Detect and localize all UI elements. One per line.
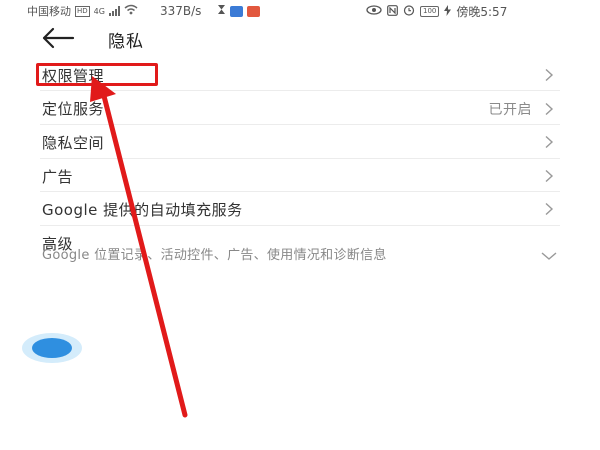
list-item-label: 广告 [42,168,74,186]
hourglass-icon [217,4,226,18]
google-autofill-item[interactable]: Google 提供的自动填充服务 [40,192,560,226]
advanced-summary: Google 位置记录、活动控件、广告、使用情况和诊断信息 [42,248,387,263]
list-item-label: 定位服务 [42,100,105,118]
floating-ball-core [32,338,72,358]
status-bar: 中国移动 HD 4G 337B/s 100 傍晚5:57 [0,0,600,20]
network-speed: 337B/s [159,4,202,18]
eye-icon [366,5,382,18]
chevron-right-icon [542,201,556,216]
location-services-item[interactable]: 定位服务 已开启 [40,91,560,125]
page-title: 隐私 [108,32,144,52]
arrow-left-icon [40,27,76,55]
ads-item[interactable]: 广告 [40,159,560,192]
chevron-right-icon [542,67,556,82]
annotation-highlight-box [36,63,158,86]
list-item-label: Google 提供的自动填充服务 [42,201,243,219]
app-icon [230,5,244,17]
network-type: 4G [93,6,105,16]
status-value: 已开启 [488,102,532,118]
list-item-label: 隐私空间 [42,134,105,152]
floating-assistant-button[interactable] [22,333,82,363]
clock-time: 傍晚5:57 [456,5,508,19]
hd-badge: HD [75,5,90,17]
page-header: 隐私 [0,22,600,56]
chevron-right-icon [542,101,556,116]
nfc-icon [387,4,398,19]
carrier-name: 中国移动 [27,5,71,18]
weibo-icon [247,5,261,17]
battery-icon: 100 [420,6,440,17]
chevron-down-icon [540,248,557,262]
wifi-icon [124,4,138,18]
charging-icon [444,4,452,19]
chevron-right-icon [542,168,556,183]
alarm-icon [403,4,415,19]
chevron-right-icon [542,134,556,149]
status-bar-left: 中国移动 HD 4G 337B/s [27,3,261,19]
signal-bars-icon [108,6,120,16]
private-space-item[interactable]: 隐私空间 [40,125,560,159]
advanced-item[interactable]: 高级 Google 位置记录、活动控件、广告、使用情况和诊断信息 [40,226,560,284]
back-button[interactable] [40,25,78,51]
status-bar-right: 100 傍晚5:57 [366,3,507,20]
